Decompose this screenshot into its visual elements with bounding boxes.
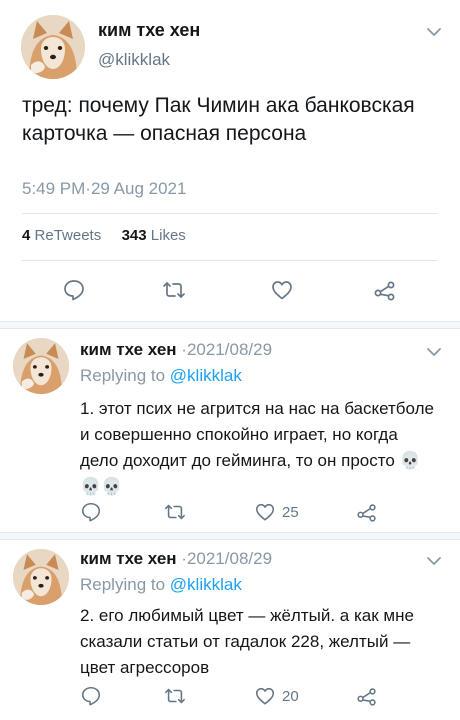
- avatar[interactable]: [21, 15, 85, 79]
- reply-tweet[interactable]: ким тхе хен ·2021/08/29 Replying to @kli…: [0, 540, 460, 720]
- reply-author-name[interactable]: ким тхе хен: [80, 549, 177, 568]
- like-count: 20: [282, 687, 299, 705]
- divider: [22, 213, 438, 214]
- reply-tweet[interactable]: ким тхе хен ·2021/08/29 Replying to @kli…: [0, 329, 460, 536]
- replying-to-label: Replying to: [80, 366, 170, 385]
- likes-label[interactable]: Likes: [151, 227, 186, 244]
- retweet-button[interactable]: [164, 501, 186, 523]
- replying-to: Replying to @klikklak: [80, 575, 242, 595]
- reply-icon: [80, 501, 102, 523]
- like-icon: [270, 278, 294, 302]
- retweets-count[interactable]: 4: [22, 227, 30, 244]
- retweet-icon: [162, 278, 186, 302]
- like-button[interactable]: [270, 278, 294, 302]
- avatar[interactable]: [13, 338, 69, 394]
- reply-author: ким тхе хен ·2021/08/29: [80, 340, 272, 360]
- reply-button[interactable]: [80, 501, 102, 523]
- reply-button[interactable]: [80, 685, 102, 707]
- share-button[interactable]: [356, 501, 378, 523]
- share-icon: [356, 501, 378, 523]
- main-tweet: ким тхе хен @klikklak тред: почему Пак Ч…: [0, 0, 460, 325]
- author-handle[interactable]: @klikklak: [98, 50, 170, 70]
- avatar-dog-icon: [21, 15, 85, 79]
- tweet-text: тред: почему Пак Чимин ака банковская ка…: [22, 94, 415, 145]
- reply-author-name[interactable]: ким тхе хен: [80, 340, 177, 359]
- reply-date[interactable]: ·2021/08/29: [181, 549, 272, 568]
- avatar-dog-icon: [13, 338, 69, 394]
- reply-text: 1. этот псих не агрится на нас на баскет…: [80, 399, 435, 496]
- likes-count[interactable]: 343: [122, 227, 147, 244]
- retweet-icon: [164, 501, 186, 523]
- share-icon: [373, 278, 397, 302]
- section-separator: [0, 532, 460, 540]
- reply-icon: [80, 685, 102, 707]
- like-count: 25: [282, 503, 299, 521]
- retweet-icon: [164, 685, 186, 707]
- share-button[interactable]: [356, 685, 378, 707]
- retweet-button[interactable]: [164, 685, 186, 707]
- section-separator: [0, 321, 460, 329]
- reply-date[interactable]: ·2021/08/29: [181, 340, 272, 359]
- tweet-stats: 4 ReTweets 343 Likes: [22, 227, 186, 244]
- chevron-down-icon[interactable]: [424, 342, 444, 362]
- avatar-dog-icon: [13, 549, 69, 605]
- replying-to: Replying to @klikklak: [80, 366, 242, 386]
- reply-author: ким тхе хен ·2021/08/29: [80, 549, 272, 569]
- retweets-label[interactable]: ReTweets: [35, 227, 102, 244]
- like-icon: [254, 685, 276, 707]
- avatar[interactable]: [13, 549, 69, 605]
- share-icon: [356, 685, 378, 707]
- tweet-timestamp[interactable]: 5:49 PM·29 Aug 2021: [22, 179, 186, 199]
- like-button[interactable]: 20: [254, 685, 299, 707]
- replying-to-label: Replying to: [80, 575, 170, 594]
- retweet-button[interactable]: [162, 278, 186, 302]
- chevron-down-icon[interactable]: [424, 551, 444, 571]
- like-button[interactable]: 25: [254, 501, 299, 523]
- replying-to-handle[interactable]: @klikklak: [170, 366, 242, 385]
- share-button[interactable]: [373, 278, 397, 302]
- replying-to-handle[interactable]: @klikklak: [170, 575, 242, 594]
- author-name[interactable]: ким тхе хен: [98, 20, 200, 41]
- chevron-down-icon[interactable]: [424, 22, 444, 42]
- like-icon: [254, 501, 276, 523]
- reply-text: 2. его любимый цвет — жёлтый. а как мне …: [80, 606, 414, 677]
- reply-icon: [62, 278, 86, 302]
- divider: [22, 260, 438, 261]
- reply-button[interactable]: [62, 278, 86, 302]
